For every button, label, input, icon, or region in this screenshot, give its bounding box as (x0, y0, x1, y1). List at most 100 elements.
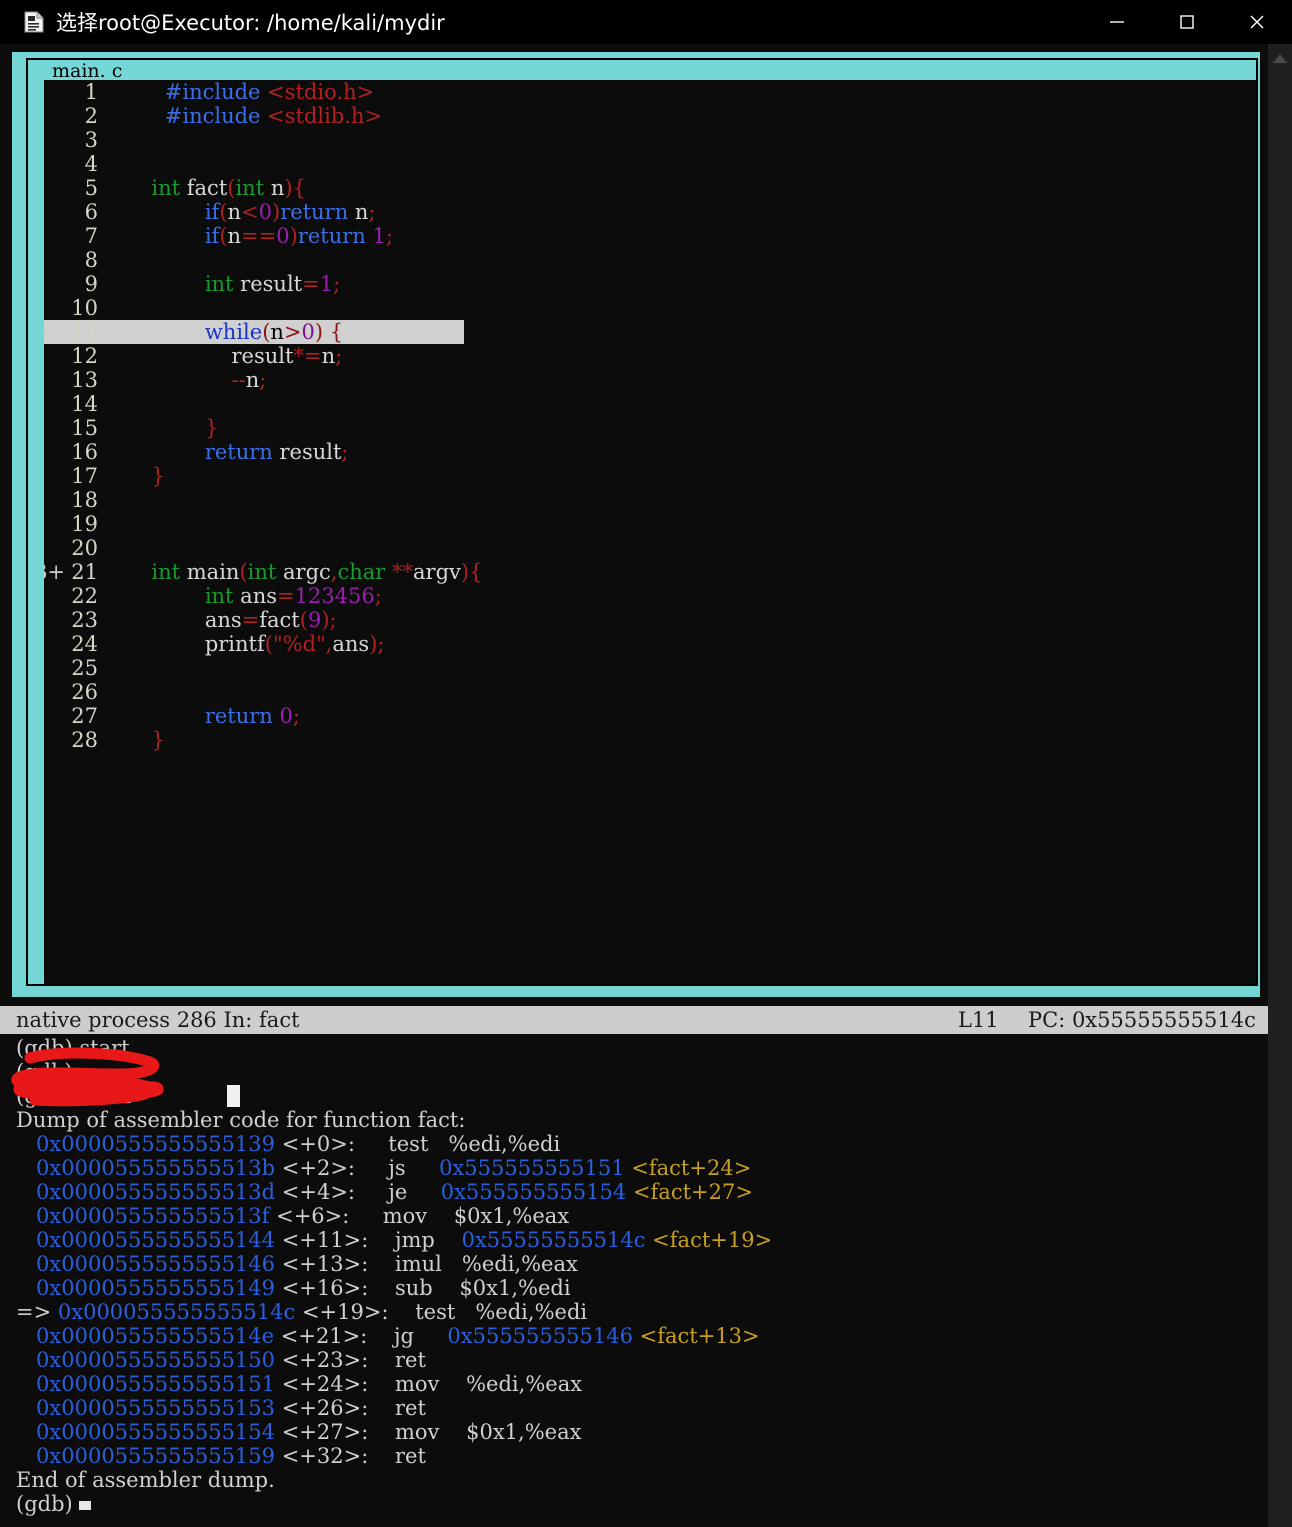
source-line[interactable]: 9 int result=1; (44, 272, 1256, 296)
line-code: if(n<0)return n; (204, 200, 376, 224)
vertical-scrollbar[interactable] (1268, 44, 1292, 1527)
line-code: while(n>0) { (204, 320, 344, 344)
source-line[interactable]: 7 if(n==0)return 1; (44, 224, 1256, 248)
instruction-address: 0x0000555555555144 (36, 1228, 276, 1252)
line-number: 6 (84, 200, 98, 224)
source-line[interactable]: 5 int fact(int n){ (44, 176, 1256, 200)
close-button[interactable] (1222, 0, 1292, 44)
instruction-offset: <+13>: (275, 1252, 369, 1276)
source-line[interactable]: 20 (44, 536, 1256, 560)
source-line[interactable]: 1 #include <stdio.h> (44, 80, 1256, 104)
instruction-mnemonic: je (355, 1180, 408, 1204)
source-line[interactable]: 26 (44, 680, 1256, 704)
disassembly-row: 0x0000555555555153 <+26>: ret (0, 1396, 1268, 1420)
instruction-address: 0x0000555555555149 (36, 1276, 276, 1300)
source-line[interactable]: 8 (44, 248, 1256, 272)
source-line[interactable]: >11 while(n>0) { (44, 320, 464, 344)
disassembly-row: 0x0000555555555149 <+16>: sub $0x1,%edi (0, 1276, 1268, 1300)
document-icon (24, 11, 44, 33)
window-title-bar[interactable]: 选择root@Executor: /home/kali/mydir (0, 0, 1292, 44)
status-process-info: native process 286 In: fact (16, 1008, 300, 1032)
instruction-offset: <+19>: (295, 1300, 389, 1324)
source-line[interactable]: 13 --n; (44, 368, 1256, 392)
console-final-prompt: (gdb) (0, 1492, 1268, 1516)
source-line[interactable]: 10 (44, 296, 1256, 320)
line-number: 13 (71, 368, 98, 392)
line-number: 8 (84, 248, 98, 272)
gdb-status-bar: native process 286 In: fact L11 PC: 0x55… (0, 1006, 1268, 1034)
line-number: 22 (71, 584, 98, 608)
source-line[interactable]: 23 ans=fact(9); (44, 608, 1256, 632)
console-prompt-line: (gdb) start (16, 1036, 130, 1060)
line-number: 18 (71, 488, 98, 512)
row-indent (16, 1228, 36, 1252)
source-line[interactable]: 14 (44, 392, 1256, 416)
instruction-mnemonic: mov (349, 1204, 428, 1228)
terminal-content[interactable]: main. c 1 #include <stdio.h> 2 #include <… (0, 44, 1268, 1527)
scroll-up-arrow-icon[interactable] (1273, 54, 1287, 63)
source-line[interactable]: 2 #include <stdlib.h> (44, 104, 1256, 128)
branch-target-address: 0x555555555146 (447, 1324, 633, 1348)
instruction-mnemonic: jg (367, 1324, 414, 1348)
line-code: #include <stdlib.h> (164, 104, 383, 128)
disassembly-row: 0x0000555555555139 <+0>: test %edi,%edi (0, 1132, 1268, 1156)
source-line[interactable]: 12 result*=n; (44, 344, 1256, 368)
instruction-mnemonic: ret (368, 1444, 426, 1468)
instruction-address: 0x0000555555555146 (36, 1252, 276, 1276)
line-number: 27 (71, 704, 98, 728)
disassembly-row: 0x000055555555513f <+6>: mov $0x1,%eax (0, 1204, 1268, 1228)
source-line[interactable]: 15 } (44, 416, 1256, 440)
branch-target-symbol: <fact+27> (626, 1180, 753, 1204)
source-line[interactable]: 17 } (44, 464, 1256, 488)
branch-target-symbol: <fact+13> (632, 1324, 760, 1348)
line-number: 24 (71, 632, 98, 656)
instruction-operands: %edi,%eax (441, 1252, 578, 1276)
source-line[interactable]: 28 } (44, 728, 1256, 752)
gdb-source-window: main. c 1 #include <stdio.h> 2 #include <… (12, 52, 1260, 997)
line-code: int ans=123456; (204, 584, 382, 608)
disassembly-row: => 0x000055555555514c <+19>: test %edi,%… (0, 1300, 1268, 1324)
line-number: 20 (71, 536, 98, 560)
branch-target-address: 0x55555555514c (461, 1228, 646, 1252)
line-number: 1 (84, 80, 98, 104)
branch-target-symbol: <fact+24> (624, 1156, 752, 1180)
line-code: ans=fact(9); (204, 608, 337, 632)
source-line[interactable]: B+21 int main(int argc,char **argv){ (44, 560, 1256, 584)
source-line[interactable]: 3 (44, 128, 1256, 152)
source-line[interactable]: 18 (44, 488, 1256, 512)
row-indent (16, 1396, 36, 1420)
source-line[interactable]: 4 (44, 152, 1256, 176)
disassembly-row: 0x0000555555555144 <+11>: jmp 0x55555555… (0, 1228, 1268, 1252)
maximize-button[interactable] (1152, 0, 1222, 44)
instruction-offset: <+2>: (275, 1156, 355, 1180)
instruction-mnemonic: mov (368, 1420, 440, 1444)
disassembly-row: 0x0000555555555146 <+13>: imul %edi,%eax (0, 1252, 1268, 1276)
breakpoint-marker: B+ (44, 560, 66, 584)
text-cursor (79, 1501, 92, 1510)
source-line[interactable]: 27 return 0; (44, 704, 1256, 728)
window-title-text: 选择root@Executor: /home/kali/mydir (56, 11, 445, 35)
source-line[interactable]: 6 if(n<0)return n; (44, 200, 1256, 224)
gdb-console-area[interactable]: (gdb) start (gdb) u (gdb) disas Dump of as… (0, 1036, 1268, 1527)
instruction-offset: <+4>: (275, 1180, 355, 1204)
current-pc-arrow-icon: => (16, 1300, 58, 1324)
instruction-offset: <+16>: (275, 1276, 369, 1300)
minimize-button[interactable] (1082, 0, 1152, 44)
source-line[interactable]: 16 return result; (44, 440, 1256, 464)
line-code: int main(int argc,char **argv){ (151, 560, 483, 584)
instruction-offset: <+0>: (275, 1132, 355, 1156)
line-code: printf("%d",ans); (204, 632, 385, 656)
source-line[interactable]: 24 printf("%d",ans); (44, 632, 1256, 656)
source-line[interactable]: 22 int ans=123456; (44, 584, 1256, 608)
source-line[interactable]: 25 (44, 656, 1256, 680)
instruction-operands: $0x1,%edi (432, 1276, 571, 1300)
source-line[interactable]: 19 (44, 512, 1256, 536)
line-number: 23 (71, 608, 98, 632)
line-number: 3 (84, 128, 98, 152)
line-number: 26 (71, 680, 98, 704)
instruction-mnemonic: mov (368, 1372, 440, 1396)
source-code-area[interactable]: 1 #include <stdio.h> 2 #include <stdlib.h… (44, 80, 1256, 984)
instruction-mnemonic: ret (368, 1396, 426, 1420)
instruction-offset: <+23>: (275, 1348, 369, 1372)
line-number: 28 (71, 728, 98, 752)
